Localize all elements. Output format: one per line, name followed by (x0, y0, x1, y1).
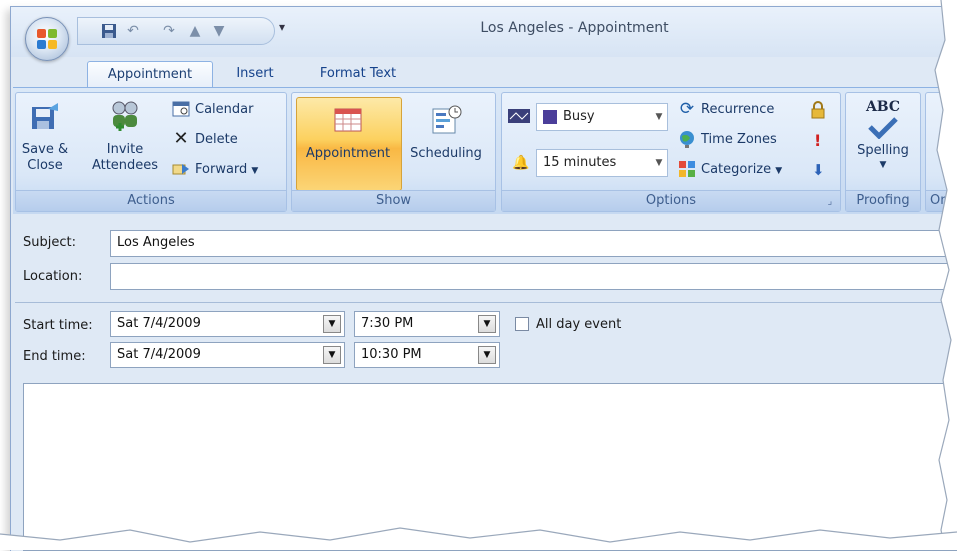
end-date-dropdown[interactable]: Sat 7/4/2009 ▼ (110, 342, 345, 368)
reminder-arrow-icon: ▼ (655, 158, 663, 168)
all-day-label: All day event (536, 317, 622, 332)
appointment-icon (334, 108, 362, 132)
time-zones-button[interactable]: Time Zones (678, 129, 777, 151)
actions-group-label: Actions (16, 190, 286, 211)
scheduling-button[interactable]: Scheduling (400, 103, 492, 162)
start-date-value: Sat 7/4/2009 (117, 316, 201, 331)
start-date-arrow-icon[interactable]: ▼ (323, 315, 341, 333)
low-importance-icon[interactable]: ⬇ (812, 161, 825, 179)
appointment-view-button[interactable]: Appointment (298, 103, 398, 162)
form-divider (15, 302, 957, 303)
end-time-arrow-icon[interactable]: ▼ (478, 346, 496, 364)
tab-format-text[interactable]: Format Text (303, 61, 413, 87)
calendar-icon (172, 101, 190, 116)
options-group-label: Options (502, 190, 840, 211)
invite-attendees-icon (112, 101, 138, 131)
categorize-icon (679, 160, 695, 177)
scheduling-icon (432, 105, 462, 134)
time-zones-icon (680, 130, 694, 148)
delete-label: Delete (195, 132, 238, 147)
proofing-group-label: Proofing (846, 190, 920, 211)
recurrence-icon: ⟳ (679, 98, 695, 119)
categorize-label: Categorize (701, 162, 772, 177)
show-group: Appointment Scheduling Show (291, 92, 496, 212)
torn-edge-right (934, 0, 957, 550)
office-button[interactable] (25, 17, 69, 61)
time-zones-label: Time Zones (701, 132, 777, 147)
save-close-icon (32, 103, 58, 129)
spelling-label: Spelling (857, 143, 909, 158)
show-as-dropdown[interactable]: Busy ▼ (536, 103, 668, 131)
window-title: Los Angeles - Appointment (480, 20, 669, 36)
reminder-value: 15 minutes (543, 155, 617, 170)
spelling-abc-text: ABC (865, 99, 901, 115)
private-lock-icon[interactable] (810, 101, 826, 119)
busy-color-swatch (543, 109, 557, 124)
end-time-value: 10:30 PM (361, 347, 422, 362)
save-close-label-2: Close (27, 158, 63, 173)
spelling-button[interactable]: ABC Spelling ▼ (848, 99, 918, 171)
appointment-form: Subject: Los Angeles Location: Start tim… (13, 214, 957, 551)
actions-group: Save & Close Invite Attendees Calendar ✕… (15, 92, 287, 212)
save-close-label-1: Save & (21, 142, 69, 157)
calendar-label: Calendar (195, 102, 254, 117)
show-as-value: Busy (563, 109, 595, 124)
recurrence-button[interactable]: ⟳ Recurrence (678, 98, 775, 121)
recurrence-label: Recurrence (701, 102, 775, 117)
title-bar: ↶ ↷ ▲ ▼ ▾ Los Angeles - Appointment (11, 7, 957, 61)
end-date-value: Sat 7/4/2009 (117, 347, 201, 362)
appointment-window: ↶ ↷ ▲ ▼ ▾ Los Angeles - Appointment Appo… (10, 6, 957, 551)
show-group-label: Show (292, 190, 495, 211)
location-label: Location: (23, 269, 83, 284)
spelling-check-icon (868, 117, 898, 139)
office-logo-icon (37, 29, 57, 49)
spelling-dropdown-icon: ▼ (879, 160, 887, 170)
forward-label: Forward (195, 162, 248, 177)
subject-field[interactable]: Los Angeles (110, 230, 957, 257)
scheduling-label: Scheduling (410, 146, 482, 161)
appointment-view-label: Appointment (305, 146, 391, 161)
ribbon: Save & Close Invite Attendees Calendar ✕… (13, 87, 957, 215)
forward-button[interactable]: Forward ▼ (172, 159, 258, 181)
categorize-dropdown-icon: ▼ (775, 166, 783, 176)
options-dialog-launcher-icon[interactable]: ⌟ (824, 196, 836, 208)
delete-button[interactable]: ✕ Delete (172, 127, 238, 151)
start-time-label: Start time: (23, 318, 93, 333)
end-date-arrow-icon[interactable]: ▼ (323, 346, 341, 364)
start-time-dropdown[interactable]: 7:30 PM ▼ (354, 311, 500, 337)
delete-icon: ✕ (173, 127, 189, 149)
invite-label-2: Attendees (91, 158, 159, 173)
reminder-dropdown[interactable]: 15 minutes ▼ (536, 149, 668, 177)
options-group: Busy ▼ 🔔 15 minutes ▼ ⟳ Recurrence Time Z… (501, 92, 841, 212)
proofing-group: ABC Spelling ▼ Proofing (845, 92, 921, 212)
torn-edge-bottom (0, 527, 957, 550)
forward-icon (172, 163, 189, 174)
tab-appointment[interactable]: Appointment (87, 61, 213, 88)
reminder-bell-icon: 🔔 (512, 155, 530, 171)
location-field[interactable] (110, 263, 957, 290)
tab-insert[interactable]: Insert (219, 61, 291, 87)
start-time-value: 7:30 PM (361, 316, 414, 331)
start-date-dropdown[interactable]: Sat 7/4/2009 ▼ (110, 311, 345, 337)
calendar-button[interactable]: Calendar (172, 99, 253, 121)
start-time-arrow-icon[interactable]: ▼ (478, 315, 496, 333)
high-importance-icon[interactable]: ! (814, 131, 821, 150)
show-as-icon (508, 109, 530, 123)
end-time-label: End time: (23, 349, 86, 364)
categorize-button[interactable]: Categorize ▼ (678, 159, 782, 181)
invite-attendees-button[interactable]: Invite Attendees (88, 99, 162, 174)
show-as-arrow-icon: ▼ (655, 112, 663, 122)
all-day-checkbox[interactable] (515, 317, 529, 331)
invite-label-1: Invite (106, 142, 144, 157)
save-close-button[interactable]: Save & Close (18, 99, 72, 174)
forward-dropdown-icon: ▼ (251, 166, 259, 176)
end-time-dropdown[interactable]: 10:30 PM ▼ (354, 342, 500, 368)
subject-label: Subject: (23, 235, 76, 250)
